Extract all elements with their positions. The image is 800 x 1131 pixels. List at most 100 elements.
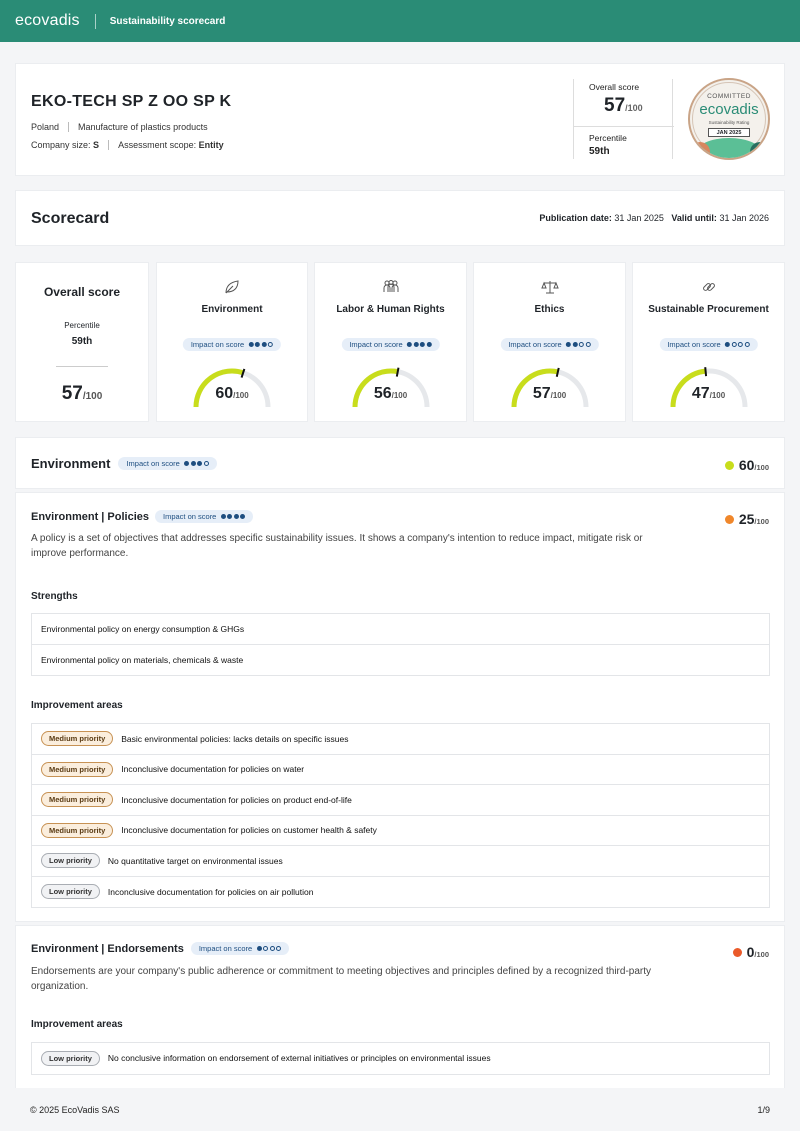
top-bar: ecovadis Sustainability scorecard [0, 0, 800, 42]
priority-badge: Medium priority [41, 761, 114, 777]
publication-date-value: 31 Jan 2025 [614, 213, 664, 223]
improvement-text: Basic environmental policies: lacks deta… [121, 733, 349, 744]
score-dot [724, 460, 734, 470]
link-icon [702, 283, 715, 291]
list-item: Medium priority Inconclusive documentatio… [32, 755, 769, 785]
impact-dot-empty [276, 946, 282, 951]
impact-label: Impact on score [508, 340, 562, 349]
impact-dot-filled [240, 514, 246, 519]
percentile-label: Percentile [589, 133, 627, 143]
people-icon [383, 280, 398, 292]
theme-tile-environment: Environment Impact on score 60/100 [156, 262, 308, 422]
theme-score-number: 60 [215, 385, 234, 402]
impact-label: Impact on score [667, 340, 721, 349]
list-item: Environmental policy on materials, chemi… [41, 654, 244, 665]
impact-dots [565, 342, 591, 347]
publication-date-label: Publication date: [539, 213, 612, 223]
theme-score: 60/100 [157, 385, 307, 403]
theme-score-number: 47 [691, 385, 710, 402]
score-dot [732, 947, 742, 957]
improvement-text: Inconclusive documentation for policies … [121, 764, 305, 775]
priority-badge: Low priority [41, 853, 100, 869]
header-title: Sustainability scorecard [109, 15, 226, 27]
theme-name: Labor & Human Rights [336, 304, 445, 315]
impact-dot-filled [190, 461, 196, 466]
policies-description: A policy is a set of objectives that add… [31, 533, 643, 559]
medal-level: COMMITTED [707, 93, 751, 100]
company-location-industry: Poland Manufacture of plastics products [31, 122, 208, 132]
endorsements-title: Environment | Endorsements [31, 942, 184, 955]
impact-pill: Impact on score [500, 338, 599, 351]
impact-dot-empty [579, 342, 585, 347]
list-item: Medium priority Inconclusive documentatio… [32, 785, 769, 816]
copyright: © 2025 EcoVadis SAS [30, 1105, 120, 1115]
impact-dots [247, 342, 274, 347]
valid-until-label: Valid until: [671, 213, 717, 223]
overall-score-number: 57 [604, 95, 626, 116]
company-size-value: S [93, 140, 100, 150]
overall-score-value: 57/100 [604, 95, 643, 117]
overall-tile-score-denominator: /100 [82, 391, 103, 402]
priority-badge: Medium priority [41, 792, 114, 808]
list-item: Medium priority Basic environmental polic… [32, 724, 769, 755]
impact-dot-filled [426, 342, 432, 347]
percentile-value: 59th [589, 146, 610, 157]
theme-score: 56/100 [315, 385, 466, 403]
valid-until-value: 31 Jan 2026 [719, 213, 769, 223]
overall-tile-percentile-value: 59th [71, 336, 93, 347]
overall-tile-score-number: 57 [61, 383, 83, 404]
list-item: Low priority Inconclusive documentation f… [32, 877, 769, 908]
ecovadis-logo: ecovadis [15, 12, 80, 29]
company-country: Poland [31, 122, 60, 132]
medal-brand: ecovadis [699, 101, 759, 118]
impact-dot-empty [263, 946, 269, 951]
environment-score: 60/100 [724, 457, 769, 473]
environment-title: Environment [31, 456, 111, 471]
impact-label: Impact on score [190, 340, 245, 349]
overall-tile-percentile-label: Percentile [64, 321, 100, 330]
impact-dots [406, 342, 432, 347]
policies-score: 25/100 [724, 511, 769, 527]
impact-dots [255, 946, 282, 951]
impact-dot-empty [268, 342, 274, 347]
impact-dot-filled [248, 342, 254, 347]
policies-score-number: 25 [738, 511, 755, 527]
impact-dot-filled [566, 342, 572, 347]
impact-label: Impact on score [126, 459, 180, 468]
impact-dot-filled [255, 342, 261, 347]
improvement-list: Low priority No conclusive information on… [31, 1042, 770, 1075]
rating-medal: COMMITTED ecovadis Sustainability Rating… [688, 78, 770, 160]
environment-score-number: 60 [738, 457, 755, 473]
strengths-list: Environmental policy on energy consumpti… [31, 613, 770, 676]
impact-pill: Impact on score [659, 338, 758, 351]
overall-score-denominator: /100 [625, 103, 643, 113]
impact-pill: Impact on score [341, 338, 440, 351]
scorecard-header: Scorecard Publication date: 31 Jan 2025 … [15, 190, 785, 246]
policies-score-denominator: /100 [754, 516, 769, 526]
overall-tile-score: 57/100 [16, 383, 148, 405]
theme-name: Sustainable Procurement [648, 304, 769, 315]
impact-dot-empty [269, 946, 275, 951]
theme-score-denominator: /100 [550, 391, 567, 400]
impact-pill: Impact on score [190, 942, 290, 955]
divider [56, 366, 108, 367]
impact-dot-filled [197, 461, 203, 466]
priority-badge: Low priority [41, 1050, 100, 1066]
company-size-label: Company size: [31, 140, 91, 150]
endorsements-score-number: 0 [746, 944, 755, 960]
medal-hill-right [750, 142, 768, 158]
scales-icon [540, 281, 559, 294]
environment-section-header: Environment Impact on score 60/100 [15, 437, 785, 489]
priority-badge: Low priority [41, 884, 100, 900]
score-dot [724, 514, 734, 524]
medal-hill-left [690, 142, 710, 158]
impact-dot-filled [572, 342, 578, 347]
gauge-marker [703, 367, 707, 377]
improvement-text: Inconclusive documentation for policies … [107, 886, 314, 897]
endorsements-description: Endorsements are your company's public a… [31, 966, 652, 992]
overall-score-label: Overall score [589, 82, 640, 92]
theme-tile-ethics: Ethics Impact on score 57/100 [473, 262, 626, 422]
list-item: Low priority No conclusive information on… [32, 1043, 769, 1074]
improvement-text: No quantitative target on environmental … [107, 855, 283, 866]
overall-score-tile: Overall score Percentile 59th 57/100 [15, 262, 149, 422]
